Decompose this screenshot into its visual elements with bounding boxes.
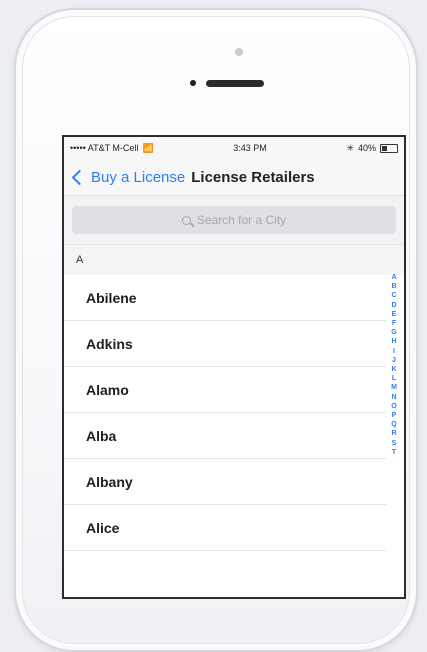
index-letter[interactable]: G [391, 328, 396, 337]
carrier-label: ••••• AT&T M-Cell [70, 143, 139, 153]
section-header: A [64, 245, 404, 275]
list-item[interactable]: Alice [64, 505, 386, 551]
status-time: 3:43 PM [233, 143, 267, 153]
proximity-sensor [190, 80, 196, 86]
index-letter[interactable]: R [391, 429, 396, 438]
iphone-frame: ••••• AT&T M-Cell 📶 3:43 PM ✳ 40% Buy a … [14, 8, 418, 652]
bluetooth-icon: ✳ [346, 142, 354, 153]
index-letter[interactable]: F [392, 319, 396, 328]
index-letter[interactable]: L [392, 374, 396, 383]
status-right: ✳ 40% [346, 143, 398, 154]
back-button-label: Buy a License [91, 168, 186, 186]
index-letter[interactable]: S [392, 439, 397, 448]
list-item[interactable]: Albany [64, 459, 386, 505]
index-letter[interactable]: C [391, 291, 396, 300]
page-title: License Retailers [191, 168, 315, 186]
index-letter[interactable]: E [392, 310, 397, 319]
index-letter[interactable]: J [392, 356, 396, 365]
index-letter[interactable]: K [391, 365, 396, 374]
battery-percent: 40% [357, 143, 376, 153]
search-icon [181, 215, 191, 225]
navigation-bar: Buy a License License Retailers [64, 159, 404, 196]
index-letter[interactable]: M [391, 383, 397, 392]
search-placeholder: Search for a City [196, 213, 287, 227]
chevron-left-icon [71, 169, 88, 185]
index-letter[interactable]: B [391, 282, 396, 291]
index-letter[interactable]: O [391, 402, 396, 411]
index-letter[interactable]: N [391, 393, 396, 402]
index-letter[interactable]: I [393, 347, 395, 356]
search-input[interactable]: Search for a City [72, 206, 396, 234]
index-letter[interactable]: Q [391, 420, 396, 429]
front-camera [235, 48, 243, 56]
earpiece-speaker [206, 80, 264, 87]
index-letter[interactable]: P [392, 411, 397, 420]
back-button[interactable]: Buy a License [71, 168, 186, 186]
wifi-icon: 📶 [142, 142, 154, 153]
list-item[interactable]: Abilene [64, 275, 386, 321]
index-letter[interactable]: A [391, 273, 396, 282]
list-item[interactable]: Alamo [64, 367, 386, 413]
index-letter[interactable]: T [392, 448, 396, 457]
city-list: Abilene Adkins Alamo Alba Albany Alice [64, 275, 404, 551]
battery-icon [380, 143, 398, 153]
status-left: ••••• AT&T M-Cell 📶 [70, 143, 154, 154]
list-item[interactable]: Alba [64, 413, 386, 459]
phone-screen: ••••• AT&T M-Cell 📶 3:43 PM ✳ 40% Buy a … [62, 135, 406, 599]
list-item[interactable]: Adkins [64, 321, 386, 367]
search-bar-container: Search for a City [64, 196, 404, 245]
index-letter[interactable]: H [391, 337, 396, 346]
status-bar: ••••• AT&T M-Cell 📶 3:43 PM ✳ 40% [64, 137, 404, 159]
index-letter[interactable]: D [391, 301, 396, 310]
alphabet-index[interactable]: ABCDEFGHIJKLMNOPQRST [388, 273, 400, 457]
